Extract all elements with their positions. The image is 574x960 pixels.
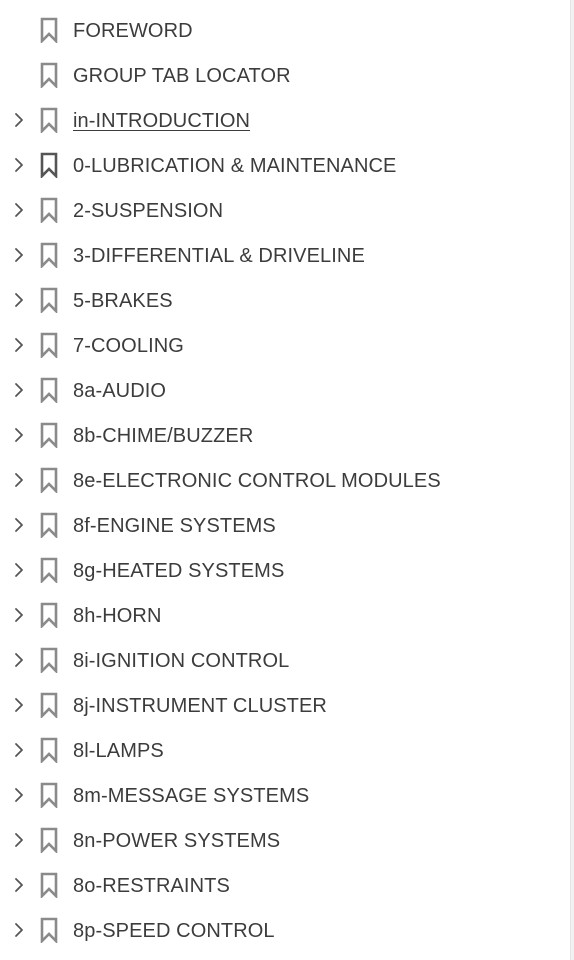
bookmark-item[interactable]: FOREWORD	[0, 8, 570, 53]
bookmark-icon	[39, 332, 59, 358]
bookmark-icon	[39, 692, 59, 718]
bookmark-item[interactable]: 3-DIFFERENTIAL & DRIVELINE	[0, 233, 570, 278]
bookmark-label[interactable]: 8a-AUDIO	[73, 379, 166, 403]
bookmark-label[interactable]: GROUP TAB LOCATOR	[73, 64, 291, 88]
bookmark-label[interactable]: 8m-MESSAGE SYSTEMS	[73, 784, 309, 808]
bookmark-item[interactable]: 8e-ELECTRONIC CONTROL MODULES	[0, 458, 570, 503]
bookmark-icon	[39, 737, 59, 763]
chevron-right-icon[interactable]	[10, 333, 28, 357]
bookmark-item[interactable]: GROUP TAB LOCATOR	[0, 53, 570, 98]
bookmark-item[interactable]: 8g-HEATED SYSTEMS	[0, 548, 570, 593]
bookmark-label[interactable]: 7-COOLING	[73, 334, 184, 358]
bookmark-label[interactable]: 8g-HEATED SYSTEMS	[73, 559, 284, 583]
bookmark-icon	[39, 557, 59, 583]
chevron-right-icon[interactable]	[10, 108, 28, 132]
bookmark-label[interactable]: 8o-RESTRAINTS	[73, 874, 230, 898]
bookmark-item[interactable]: 8i-IGNITION CONTROL	[0, 638, 570, 683]
bookmark-icon	[39, 152, 59, 178]
bookmark-label[interactable]: 8j-INSTRUMENT CLUSTER	[73, 694, 327, 718]
chevron-right-icon[interactable]	[10, 468, 28, 492]
bookmark-label[interactable]: 8b-CHIME/BUZZER	[73, 424, 253, 448]
chevron-right-icon[interactable]	[10, 153, 28, 177]
bookmark-icon	[39, 872, 59, 898]
bookmark-item[interactable]: 2-SUSPENSION	[0, 188, 570, 233]
bookmark-item[interactable]: 8h-HORN	[0, 593, 570, 638]
bookmark-item[interactable]: 8o-RESTRAINTS	[0, 863, 570, 908]
bookmark-icon	[39, 467, 59, 493]
bookmark-label[interactable]: 0-LUBRICATION & MAINTENANCE	[73, 154, 396, 178]
bookmark-label[interactable]: in-INTRODUCTION	[73, 109, 250, 133]
bookmark-icon	[39, 287, 59, 313]
chevron-right-icon[interactable]	[10, 693, 28, 717]
bookmark-icon	[39, 422, 59, 448]
bookmark-label[interactable]: 2-SUSPENSION	[73, 199, 223, 223]
bookmark-icon	[39, 242, 59, 268]
bookmark-item[interactable]: 8j-INSTRUMENT CLUSTER	[0, 683, 570, 728]
chevron-right-icon[interactable]	[10, 648, 28, 672]
chevron-right-icon[interactable]	[10, 558, 28, 582]
scrollbar-track[interactable]	[570, 0, 574, 960]
bookmark-label[interactable]: 8i-IGNITION CONTROL	[73, 649, 289, 673]
bookmark-item[interactable]: 8b-CHIME/BUZZER	[0, 413, 570, 458]
chevron-right-icon[interactable]	[10, 603, 28, 627]
bookmark-icon	[39, 647, 59, 673]
bookmark-item[interactable]: 8m-MESSAGE SYSTEMS	[0, 773, 570, 818]
bookmark-label[interactable]: 8l-LAMPS	[73, 739, 164, 763]
bookmark-item[interactable]: 5-BRAKES	[0, 278, 570, 323]
chevron-right-icon[interactable]	[10, 378, 28, 402]
bookmarks-panel: FOREWORD GROUP TAB LOCATOR in-INTRODUCTION…	[0, 0, 570, 960]
bookmark-icon	[39, 782, 59, 808]
bookmark-icon	[39, 602, 59, 628]
bookmark-label[interactable]: 8h-HORN	[73, 604, 162, 628]
chevron-right-icon[interactable]	[10, 783, 28, 807]
bookmark-label[interactable]: FOREWORD	[73, 19, 193, 43]
chevron-right-icon[interactable]	[10, 828, 28, 852]
chevron-right-icon[interactable]	[10, 918, 28, 942]
bookmark-icon	[39, 917, 59, 943]
bookmark-label[interactable]: 5-BRAKES	[73, 289, 173, 313]
bookmark-icon	[39, 17, 59, 43]
bookmark-label[interactable]: 8e-ELECTRONIC CONTROL MODULES	[73, 469, 441, 493]
bookmark-icon	[39, 197, 59, 223]
bookmark-label[interactable]: 8n-POWER SYSTEMS	[73, 829, 280, 853]
bookmark-icon	[39, 62, 59, 88]
chevron-right-icon[interactable]	[10, 873, 28, 897]
bookmark-label[interactable]: 8p-SPEED CONTROL	[73, 919, 275, 943]
bookmark-item[interactable]: in-INTRODUCTION	[0, 98, 570, 143]
bookmark-icon	[39, 512, 59, 538]
bookmark-label[interactable]: 8f-ENGINE SYSTEMS	[73, 514, 276, 538]
chevron-right-icon[interactable]	[10, 288, 28, 312]
chevron-right-icon[interactable]	[10, 738, 28, 762]
chevron-right-icon[interactable]	[10, 513, 28, 537]
chevron-right-icon[interactable]	[10, 243, 28, 267]
bookmark-icon	[39, 107, 59, 133]
chevron-right-icon[interactable]	[10, 423, 28, 447]
bookmark-icon	[39, 377, 59, 403]
bookmark-item[interactable]: 8l-LAMPS	[0, 728, 570, 773]
bookmark-item[interactable]: 8p-SPEED CONTROL	[0, 908, 570, 953]
bookmark-label[interactable]: 3-DIFFERENTIAL & DRIVELINE	[73, 244, 365, 268]
bookmark-item[interactable]: 8n-POWER SYSTEMS	[0, 818, 570, 863]
chevron-right-icon[interactable]	[10, 198, 28, 222]
bookmark-item[interactable]: 8f-ENGINE SYSTEMS	[0, 503, 570, 548]
bookmark-list: FOREWORD GROUP TAB LOCATOR in-INTRODUCTION…	[0, 8, 570, 953]
bookmark-item[interactable]: 8a-AUDIO	[0, 368, 570, 413]
bookmark-item[interactable]: 7-COOLING	[0, 323, 570, 368]
bookmark-item[interactable]: 0-LUBRICATION & MAINTENANCE	[0, 143, 570, 188]
bookmark-icon	[39, 827, 59, 853]
